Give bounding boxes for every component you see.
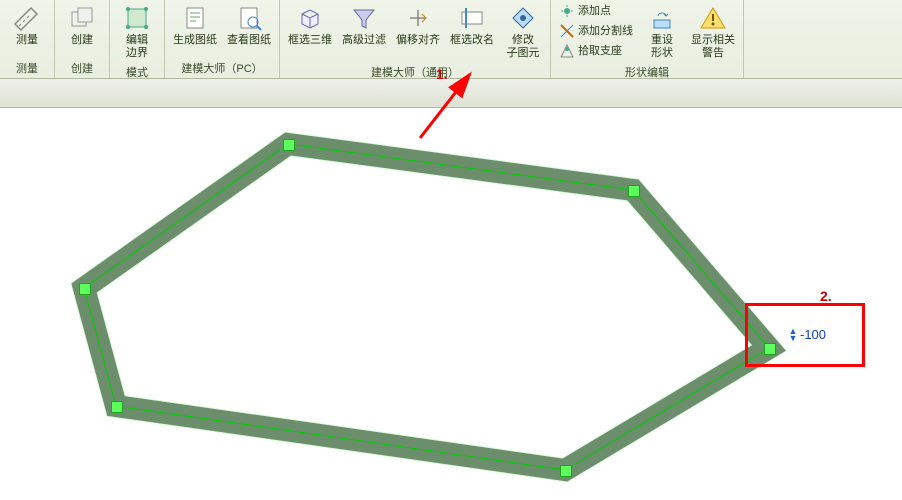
group-label-pc: 建模大师（PC） <box>169 58 275 78</box>
create-label: 创建 <box>71 34 93 47</box>
modify-sub-button[interactable]: 修改 子图元 <box>500 2 546 62</box>
show-warn-button[interactable]: 显示相关 警告 <box>687 2 739 62</box>
drawing-canvas[interactable]: 1. 2. ▲ ▼ <box>0 108 902 500</box>
measure-label: 测量 <box>16 34 38 47</box>
vertex-handle[interactable] <box>628 185 640 197</box>
elevation-input-group: ▲ ▼ <box>788 327 840 342</box>
stepper-down-icon[interactable]: ▼ <box>789 335 798 342</box>
reset-shape-icon <box>648 4 676 32</box>
edit-boundary-icon <box>123 4 151 32</box>
vertex-handle[interactable] <box>560 465 572 477</box>
show-warn-label: 显示相关 警告 <box>691 34 735 60</box>
create-icon <box>68 4 96 32</box>
measure-icon <box>13 4 41 32</box>
modify-sub-icon <box>509 4 537 32</box>
elevation-input[interactable] <box>800 327 840 342</box>
group-mode: 编辑 边界 模式 <box>110 0 165 78</box>
add-point-icon <box>559 3 575 19</box>
warn-icon <box>699 4 727 32</box>
view-sheet-button[interactable]: 查看图纸 <box>223 2 275 49</box>
view-sheet-icon <box>235 4 263 32</box>
group-shape-edit: 添加点 添加分割线 拾取支座 <box>551 0 744 78</box>
gen-sheet-label: 生成图纸 <box>173 34 217 47</box>
group-measure: 测量 测量 <box>0 0 55 78</box>
reset-shape-button[interactable]: 重设 形状 <box>639 2 685 62</box>
add-point-label: 添加点 <box>578 3 611 19</box>
group-label-general: 建模大师（通用） <box>284 62 546 82</box>
pick-support-button[interactable]: 拾取支座 <box>555 42 637 60</box>
frame-3d-button[interactable]: 框选三维 <box>284 2 336 49</box>
stepper-arrows[interactable]: ▲ ▼ <box>788 328 798 342</box>
options-bar <box>0 79 902 108</box>
offset-align-button[interactable]: 偏移对齐 <box>392 2 444 49</box>
gen-sheet-icon <box>181 4 209 32</box>
annotation-label-2: 2. <box>820 288 832 304</box>
advanced-filter-button[interactable]: 高级过滤 <box>338 2 390 49</box>
pick-support-icon <box>559 43 575 59</box>
add-split-icon <box>559 23 575 39</box>
reset-shape-label: 重设 形状 <box>651 34 673 60</box>
advanced-filter-label: 高级过滤 <box>342 34 386 47</box>
offset-align-icon <box>404 4 432 32</box>
modify-sub-label: 修改 子图元 <box>507 34 540 60</box>
group-label-mode: 模式 <box>114 62 160 82</box>
add-split-button[interactable]: 添加分割线 <box>555 22 637 40</box>
vertex-handle[interactable] <box>283 139 295 151</box>
frame-3d-icon <box>296 4 324 32</box>
offset-align-label: 偏移对齐 <box>396 34 440 47</box>
group-label-measure: 测量 <box>4 58 50 78</box>
frame-rename-button[interactable]: 框选改名 <box>446 2 498 49</box>
group-label-create: 创建 <box>59 58 105 78</box>
measure-button[interactable]: 测量 <box>4 2 50 49</box>
rename-icon <box>458 4 486 32</box>
group-label-shape: 形状编辑 <box>555 62 739 82</box>
pick-support-label: 拾取支座 <box>578 43 622 59</box>
view-sheet-label: 查看图纸 <box>227 34 271 47</box>
group-create: 创建 创建 <box>55 0 110 78</box>
edit-boundary-label: 编辑 边界 <box>126 34 148 60</box>
frame-3d-label: 框选三维 <box>288 34 332 47</box>
add-point-button[interactable]: 添加点 <box>555 2 637 20</box>
create-button[interactable]: 创建 <box>59 2 105 49</box>
add-split-label: 添加分割线 <box>578 23 633 39</box>
edit-boundary-button[interactable]: 编辑 边界 <box>114 2 160 62</box>
ribbon-toolbar: 测量 测量 创建 创建 编辑 边界 模式 <box>0 0 902 79</box>
annotation-label-1: 1. <box>436 66 448 82</box>
gen-sheet-button[interactable]: 生成图纸 <box>169 2 221 49</box>
vertex-handle[interactable] <box>79 283 91 295</box>
frame-rename-label: 框选改名 <box>450 34 494 47</box>
group-pc: 生成图纸 查看图纸 建模大师（PC） <box>165 0 280 78</box>
group-general: 框选三维 高级过滤 偏移对齐 框选改名 <box>280 0 551 78</box>
vertex-handle[interactable] <box>111 401 123 413</box>
filter-icon <box>350 4 378 32</box>
